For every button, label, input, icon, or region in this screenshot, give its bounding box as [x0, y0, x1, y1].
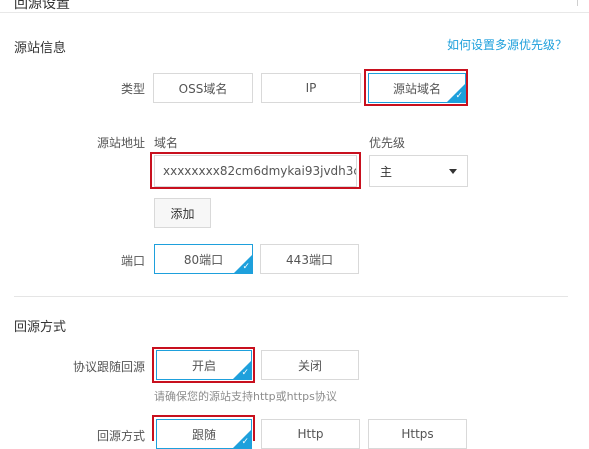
- origin-address-label: 源站地址: [96, 136, 145, 150]
- section-title-origin-info: 源站信息: [14, 41, 67, 56]
- domain-input[interactable]: xxxxxxxx82cm6dmykai93jvdh3c: [154, 155, 357, 187]
- add-origin-button[interactable]: 添加: [154, 198, 211, 228]
- priority-select[interactable]: 主: [369, 155, 468, 187]
- protocol-follow-label: 协议跟随回源: [72, 360, 145, 374]
- type-option-ip[interactable]: IP: [261, 73, 361, 103]
- priority-column-label: 优先级: [369, 136, 406, 150]
- method-option-follow[interactable]: 跟随 ✓: [156, 419, 252, 449]
- port-option-80[interactable]: 80端口 ✓: [154, 244, 253, 274]
- type-label: 类型: [120, 82, 145, 96]
- section-title-back-to-origin: 回源方式: [14, 320, 67, 335]
- domain-column-label: 域名: [154, 136, 179, 150]
- section-divider: [14, 296, 568, 297]
- dialog-title: 回源设置: [14, 0, 70, 12]
- dialog-header: [0, 0, 589, 13]
- protocol-follow-off[interactable]: 关闭: [261, 350, 359, 380]
- method-option-http[interactable]: Http: [261, 419, 360, 449]
- protocol-follow-on[interactable]: 开启 ✓: [156, 350, 252, 380]
- port-option-443[interactable]: 443端口: [260, 244, 359, 274]
- method-option-follow-label: 跟随: [191, 427, 216, 442]
- check-icon: ✓: [242, 262, 250, 272]
- type-option-origin-domain[interactable]: 源站域名 ✓: [368, 73, 466, 103]
- method-option-https[interactable]: Https: [368, 419, 467, 449]
- help-link-priority[interactable]: 如何设置多源优先级？: [447, 36, 567, 53]
- chevron-down-icon: [449, 168, 457, 174]
- port-label: 端口: [120, 254, 145, 268]
- check-icon: ✓: [455, 91, 463, 101]
- priority-select-value: 主: [380, 164, 393, 179]
- method-label: 回源方式: [96, 429, 145, 443]
- type-option-origin-domain-label: 源站域名: [392, 81, 441, 96]
- check-icon: ✓: [241, 368, 249, 378]
- close-icon[interactable]: [577, 0, 586, 6]
- protocol-follow-on-label: 开启: [191, 358, 216, 373]
- check-icon: ✓: [241, 437, 249, 447]
- type-option-oss[interactable]: OSS域名: [153, 73, 253, 103]
- port-option-80-label: 80端口: [183, 252, 224, 267]
- protocol-hint: 请确保您的源站支持http或https协议: [154, 390, 337, 403]
